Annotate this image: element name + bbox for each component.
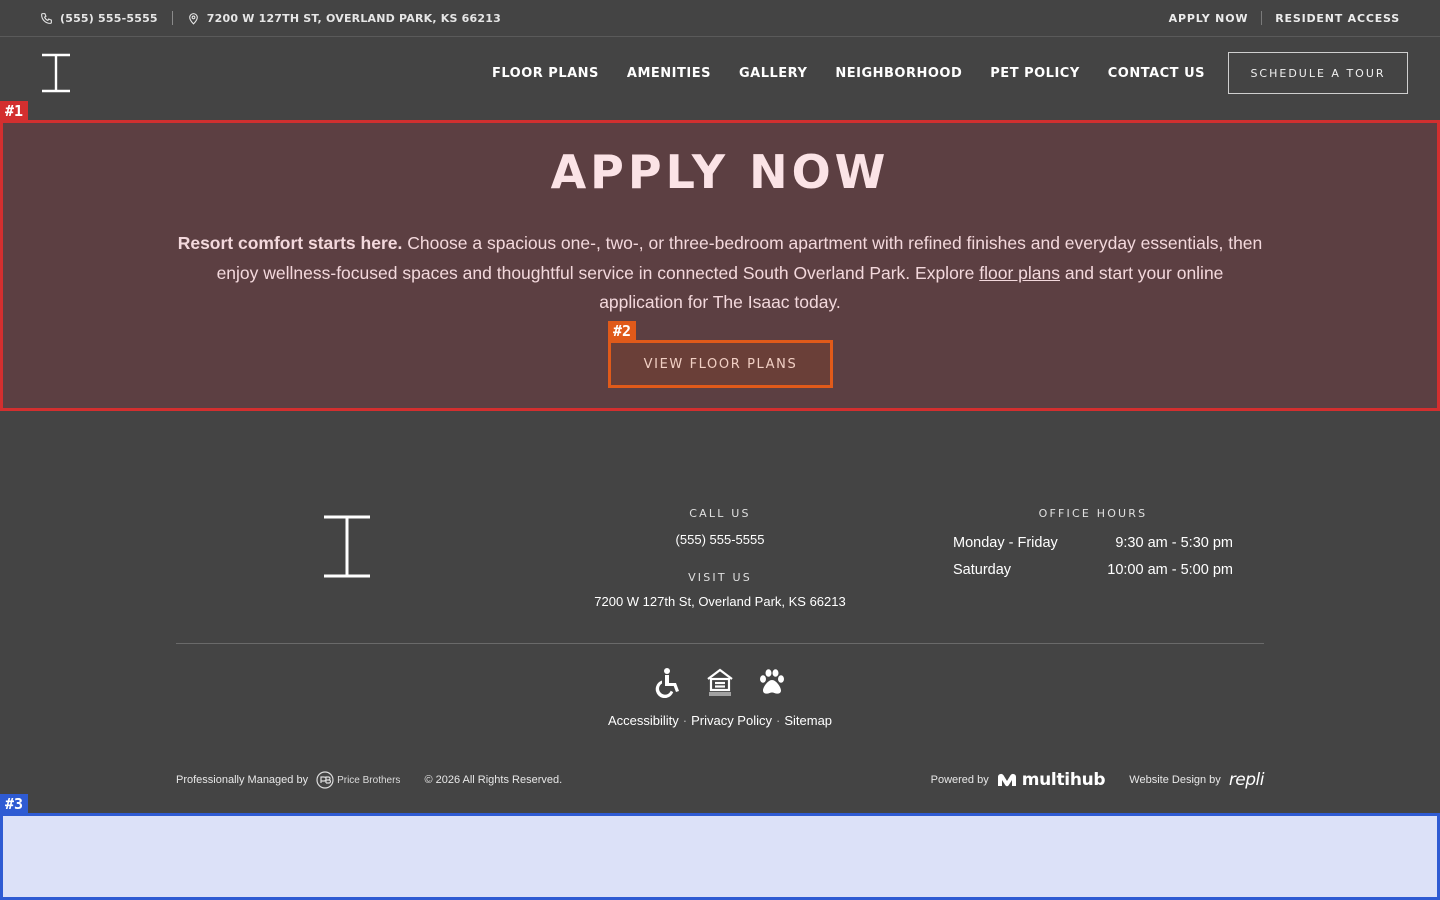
- nav-gallery[interactable]: GALLERY: [739, 66, 807, 81]
- floor-plans-inline-link[interactable]: floor plans: [979, 263, 1060, 283]
- accessibility-link[interactable]: Accessibility: [608, 713, 679, 728]
- phone-icon: [41, 12, 52, 24]
- location-pin-icon: [188, 12, 198, 25]
- main-nav: FLOOR PLANS AMENITIES GALLERY NEIGHBORHO…: [0, 37, 1440, 120]
- floor-plans-link-text: floor plans: [979, 262, 1060, 283]
- hours-time: 9:30 am - 5:30 pm: [1115, 535, 1233, 551]
- resident-access-link[interactable]: RESIDENT ACCESS: [1275, 12, 1400, 25]
- footer-logo-icon: [324, 515, 370, 578]
- design-by-label: Website Design by: [1129, 774, 1221, 786]
- utility-links: APPLY NOW RESIDENT ACCESS: [1169, 0, 1400, 36]
- divider: [1261, 11, 1263, 25]
- hours-day: Saturday: [953, 562, 1012, 578]
- nav-contact-us[interactable]: CONTACT US: [1108, 66, 1205, 81]
- hours-row: Monday - Friday 9:30 am - 5:30 pm: [953, 535, 1233, 551]
- highlighted-bottom-region: [0, 813, 1440, 900]
- multihub-name: multihub: [1021, 770, 1106, 790]
- equal-housing-icon: [704, 666, 736, 698]
- office-hours: OFFICE HOURS Monday - Friday 9:30 am - 5…: [953, 507, 1233, 578]
- nav-neighborhood[interactable]: NEIGHBORHOOD: [835, 66, 962, 81]
- hours-day: Monday - Friday: [953, 535, 1058, 551]
- apply-lead: Resort comfort starts here.: [177, 233, 403, 253]
- multihub-logo-link[interactable]: multihub: [997, 770, 1106, 790]
- sitemap-link[interactable]: Sitemap: [784, 713, 832, 728]
- wheelchair-icon: [652, 666, 684, 699]
- footer-credits-right: Powered by multihub Website Design by re…: [930, 768, 1265, 792]
- apply-now-link[interactable]: APPLY NOW: [1169, 12, 1249, 25]
- apply-description: Resort comfort starts here. Choose a spa…: [175, 229, 1265, 318]
- nav-floor-plans[interactable]: FLOOR PLANS: [492, 66, 599, 81]
- office-hours-label: OFFICE HOURS: [1038, 507, 1148, 520]
- utility-phone-link[interactable]: (555) 555-5555: [40, 12, 158, 25]
- utility-bar: (555) 555-5555 7200 W 127TH ST, OVERLAND…: [0, 0, 1440, 37]
- schedule-tour-button[interactable]: SCHEDULE A TOUR: [1228, 52, 1408, 94]
- annotation-tag-2: #2: [608, 321, 637, 341]
- nav-links: FLOOR PLANS AMENITIES GALLERY NEIGHBORHO…: [492, 63, 1205, 83]
- price-brothers-logo-icon: [316, 771, 334, 789]
- call-us-label: CALL US: [689, 507, 751, 520]
- footer-divider: [176, 643, 1264, 644]
- powered-by-label: Powered by: [930, 774, 989, 786]
- utility-contact: (555) 555-5555 7200 W 127TH ST, OVERLAND…: [40, 0, 501, 36]
- multihub-logo-icon: [997, 773, 1016, 787]
- logo-icon: [42, 53, 70, 93]
- price-brothers-name: Price Brothers: [337, 774, 401, 786]
- managed-by-label: Professionally Managed by: [176, 774, 309, 786]
- footer-address-link[interactable]: 7200 W 127th St, Overland Park, KS 66213: [570, 594, 870, 609]
- annotation-tag-3: #3: [0, 794, 29, 814]
- paw-icon: [756, 666, 788, 698]
- footer-phone-link[interactable]: (555) 555-5555: [570, 532, 870, 547]
- utility-address: 7200 W 127TH ST, OVERLAND PARK, KS 66213: [206, 11, 501, 25]
- visit-us-label: VISIT US: [688, 571, 752, 584]
- repli-logo-link[interactable]: repli: [1229, 770, 1265, 790]
- footer-links: Accessibility · Privacy Policy · Sitemap: [0, 713, 1440, 728]
- hours-row: Saturday 10:00 am - 5:00 pm: [953, 562, 1233, 578]
- link-separator: ·: [682, 713, 688, 728]
- nav-amenities[interactable]: AMENITIES: [627, 66, 711, 81]
- privacy-policy-link[interactable]: Privacy Policy: [691, 713, 772, 728]
- link-separator: ·: [776, 713, 781, 728]
- divider: [171, 11, 173, 25]
- annotation-tag-1: #1: [0, 101, 29, 121]
- footer-contact: CALL US (555) 555-5555 VISIT US 7200 W 1…: [570, 507, 870, 609]
- price-brothers-logo-link[interactable]: Price Brothers: [316, 771, 400, 789]
- utility-address-link[interactable]: 7200 W 127TH ST, OVERLAND PARK, KS 66213: [187, 12, 501, 25]
- nav-pet-policy[interactable]: PET POLICY: [990, 66, 1079, 81]
- footer-icons: [0, 666, 1440, 699]
- copyright: © 2026 All Rights Reserved.: [424, 774, 563, 786]
- hours-time: 10:00 am - 5:00 pm: [1107, 562, 1233, 578]
- footer-credits-left: Professionally Managed by Price Brothers…: [176, 770, 562, 790]
- utility-phone: (555) 555-5555: [60, 11, 158, 25]
- apply-title: APPLY NOW: [550, 145, 890, 199]
- view-floor-plans-button[interactable]: VIEW FLOOR PLANS: [608, 340, 833, 388]
